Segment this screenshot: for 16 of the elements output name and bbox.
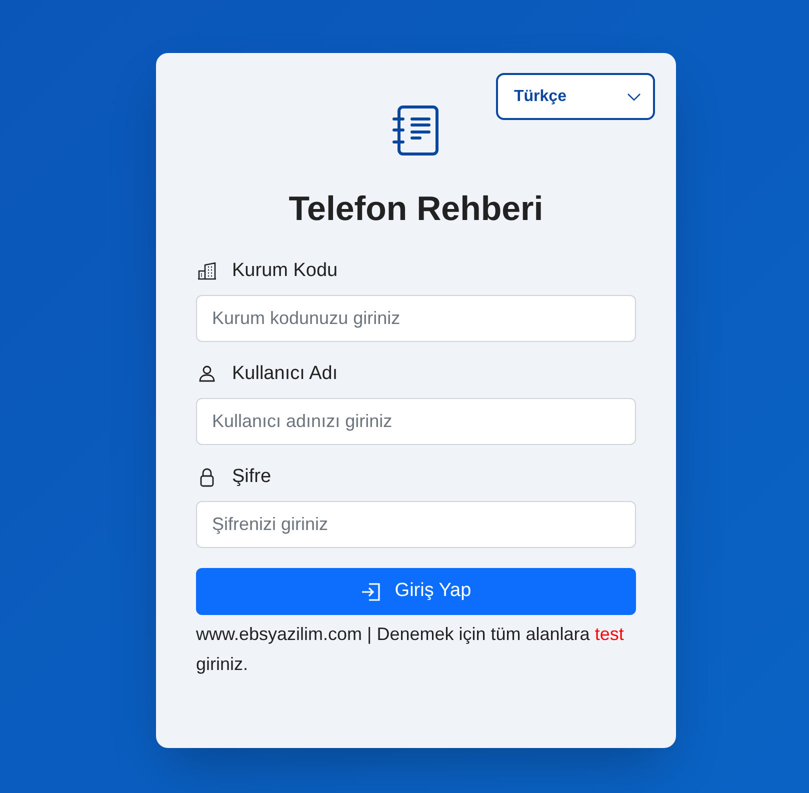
- language-select[interactable]: Türkçe: [496, 73, 655, 120]
- building-icon: [197, 262, 217, 280]
- sign-in-icon: [360, 582, 381, 600]
- app-title: Telefon Rehberi: [288, 189, 544, 229]
- lock-icon: [199, 467, 215, 487]
- field-label: Şifre: [232, 464, 272, 489]
- person-icon: [198, 365, 216, 383]
- hint-text: www.ebsyazilim.com | Denemek için tüm alanlara test giriniz.: [196, 623, 625, 676]
- input-field[interactable]: Şifrenizi giriniz: [196, 501, 636, 548]
- address-book-icon: [392, 105, 440, 157]
- field-label: Kurum Kodu: [232, 258, 338, 283]
- login-button[interactable]: Giriş Yap: [196, 568, 636, 615]
- input-field[interactable]: Kullanıcı adınızı giriniz: [196, 398, 636, 445]
- field-label: Kullanıcı Adı: [232, 362, 338, 386]
- input-field[interactable]: Kurum kodunuzu giriniz: [196, 295, 636, 342]
- chevron-down-icon: [627, 92, 641, 100]
